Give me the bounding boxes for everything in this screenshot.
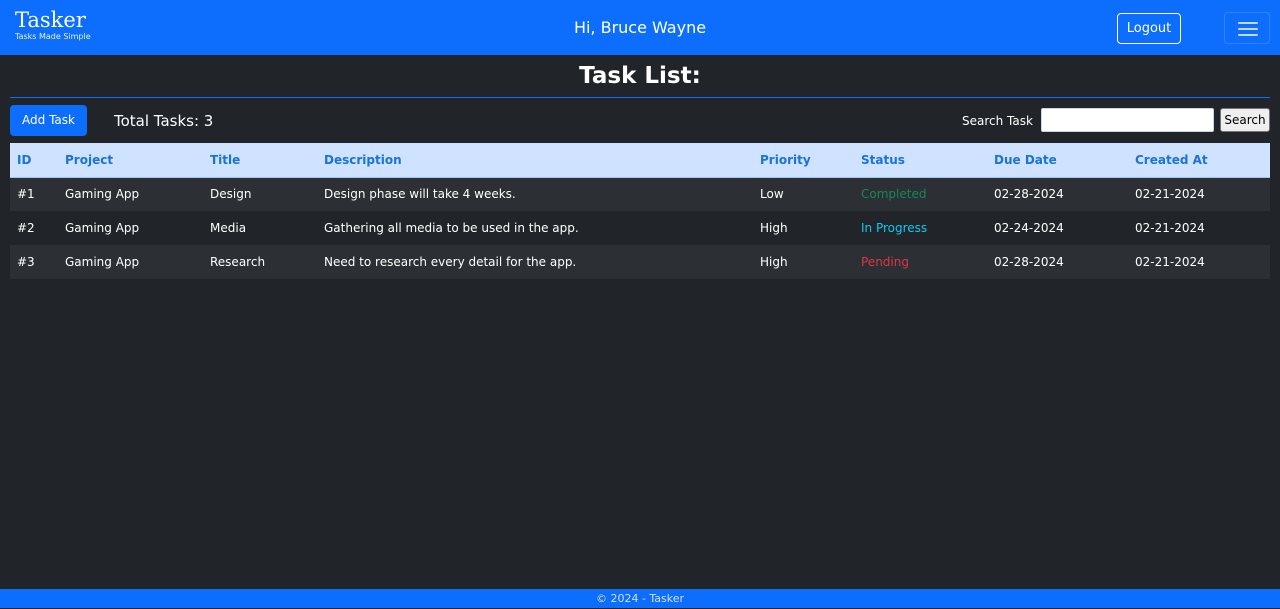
header-created-at: Created At [1128, 143, 1270, 178]
task-table: ID Project Title Description Priority St… [10, 143, 1270, 279]
table-header-row: ID Project Title Description Priority St… [10, 143, 1270, 178]
table-row[interactable]: #2 Gaming App Media Gathering all media … [10, 211, 1270, 245]
cell-created-at: 02-21-2024 [1128, 177, 1270, 211]
cell-project: Gaming App [58, 177, 203, 211]
table-row[interactable]: #3 Gaming App Research Need to research … [10, 245, 1270, 279]
logout-button[interactable]: Logout [1117, 13, 1181, 44]
cell-title: Research [203, 245, 317, 279]
cell-id: #3 [10, 245, 58, 279]
search-input[interactable] [1041, 108, 1214, 132]
cell-due-date: 02-28-2024 [987, 177, 1128, 211]
cell-status: In Progress [854, 211, 987, 245]
table-row[interactable]: #1 Gaming App Design Design phase will t… [10, 177, 1270, 211]
cell-priority: High [753, 245, 854, 279]
title-divider [10, 97, 1270, 98]
header-due-date: Due Date [987, 143, 1128, 178]
cell-title: Design [203, 177, 317, 211]
menu-toggle-button[interactable] [1224, 12, 1270, 44]
cell-project: Gaming App [58, 245, 203, 279]
total-tasks-count: Total Tasks: 3 [114, 112, 214, 130]
header-title: Title [203, 143, 317, 178]
cell-id: #2 [10, 211, 58, 245]
cell-status: Completed [854, 177, 987, 211]
header-id: ID [10, 143, 58, 178]
cell-created-at: 02-21-2024 [1128, 211, 1270, 245]
cell-priority: High [753, 211, 854, 245]
cell-due-date: 02-24-2024 [987, 211, 1128, 245]
cell-status: Pending [854, 245, 987, 279]
search-label: Search Task [962, 114, 1033, 128]
header-status: Status [854, 143, 987, 178]
cell-id: #1 [10, 177, 58, 211]
navbar: Tasker Tasks Made Simple Hi, Bruce Wayne… [0, 0, 1280, 55]
cell-description: Need to research every detail for the ap… [317, 245, 753, 279]
cell-description: Gathering all media to be used in the ap… [317, 211, 753, 245]
cell-description: Design phase will take 4 weeks. [317, 177, 753, 211]
header-description: Description [317, 143, 753, 178]
cell-priority: Low [753, 177, 854, 211]
cell-project: Gaming App [58, 211, 203, 245]
cell-due-date: 02-28-2024 [987, 245, 1128, 279]
header-project: Project [58, 143, 203, 178]
page-title: Task List: [579, 63, 701, 89]
user-greeting: Hi, Bruce Wayne [573, 18, 707, 37]
footer: © 2024 - Tasker [0, 589, 1280, 608]
search-button[interactable]: Search [1220, 108, 1270, 132]
cell-title: Media [203, 211, 317, 245]
add-task-button[interactable]: Add Task [10, 105, 87, 136]
header-priority: Priority [753, 143, 854, 178]
cell-created-at: 02-21-2024 [1128, 245, 1270, 279]
